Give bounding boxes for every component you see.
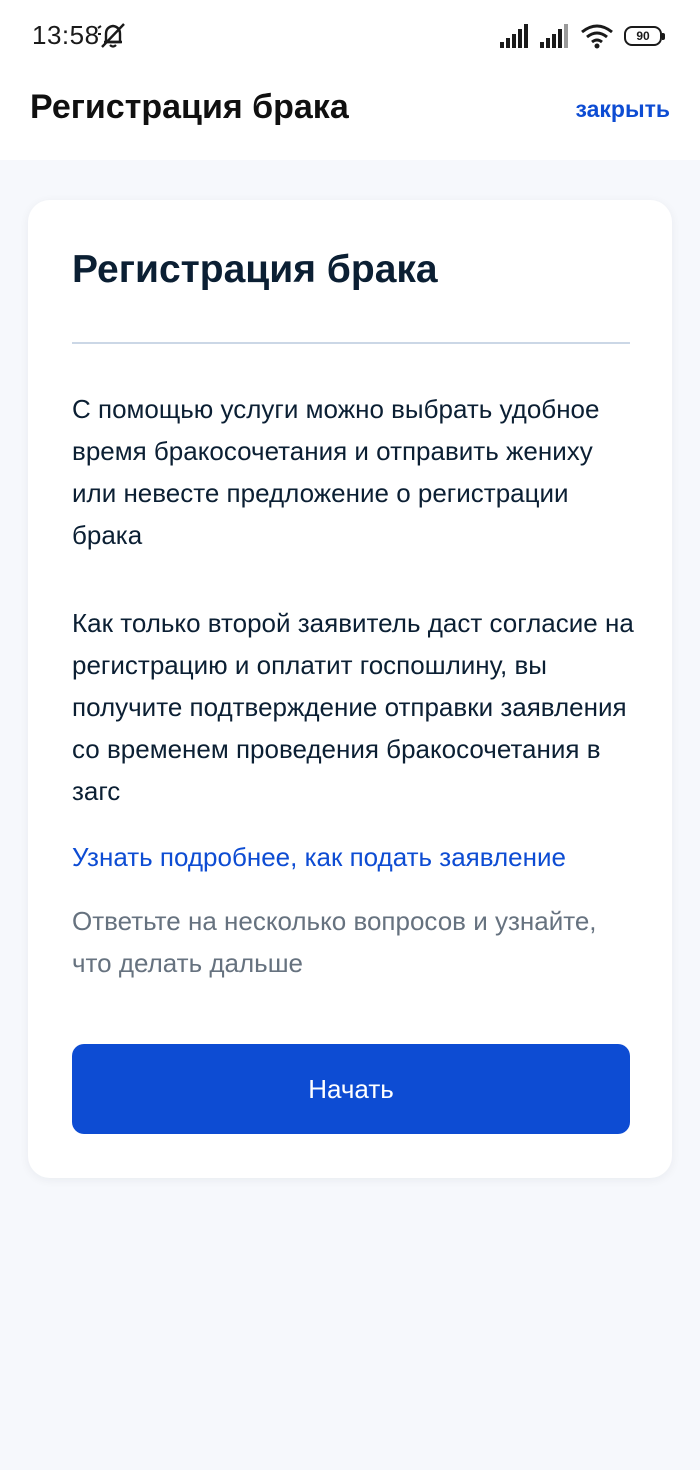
close-button[interactable]: закрыть — [575, 96, 670, 123]
signal-icon — [540, 24, 568, 48]
start-button[interactable]: Начать — [72, 1044, 630, 1134]
service-card: Регистрация брака С помощью услуги можно… — [28, 200, 672, 1178]
card-title: Регистрация брака — [72, 248, 438, 291]
top-area: 13:58 90 Регистрация брака закрыть — [0, 0, 700, 160]
status-time: 13:58 — [32, 20, 100, 50]
app-header: Регистрация брака закрыть — [0, 70, 700, 160]
hint-text: Ответьте на несколько вопросов и узнайте… — [72, 906, 597, 978]
status-bar: 13:58 90 — [0, 0, 700, 70]
battery-icon: 90 — [624, 26, 665, 46]
learn-more-link[interactable]: Узнать подробнее, как подать заявление — [72, 836, 566, 878]
bell-off-icon — [97, 23, 125, 48]
status-icons: 90 — [500, 22, 665, 50]
signal-icon — [500, 24, 528, 48]
page-title: Регистрация брака — [30, 88, 349, 126]
description-paragraph: С помощью услуги можно выбрать удобное в… — [72, 394, 600, 550]
description-paragraph: Как только второй заявитель даст согласи… — [72, 608, 634, 806]
wifi-icon — [581, 24, 613, 49]
divider — [72, 342, 630, 344]
